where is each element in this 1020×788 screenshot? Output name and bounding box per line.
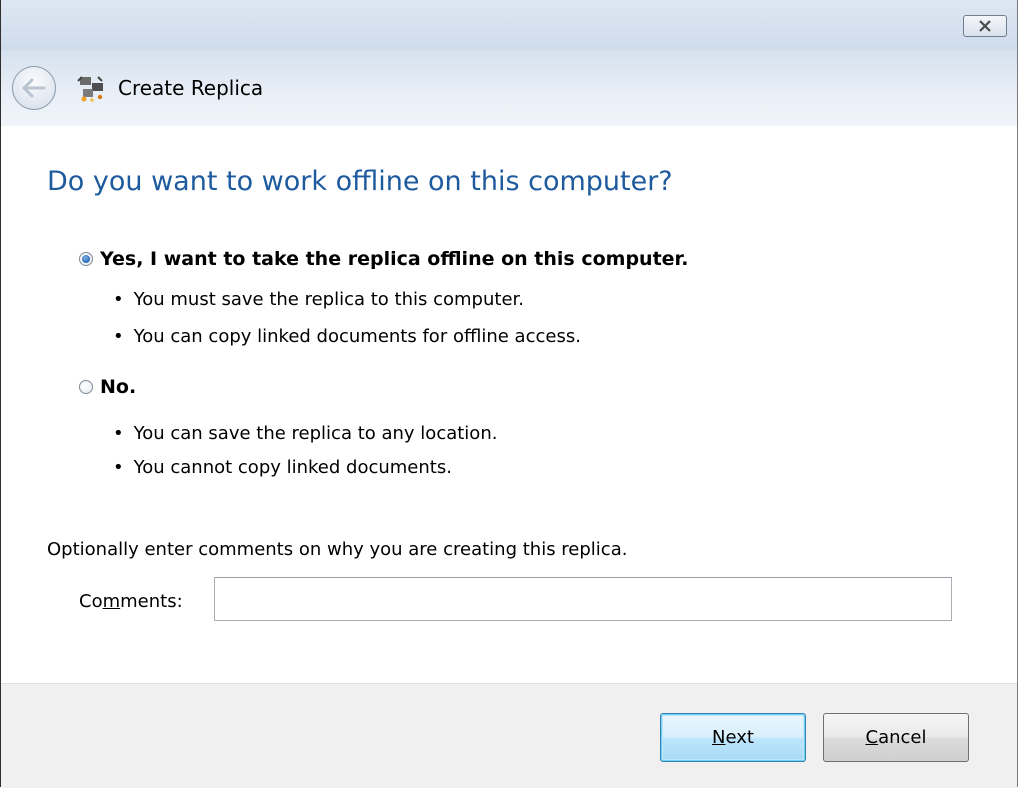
- back-arrow-icon: [22, 78, 46, 98]
- comments-label-post: ments:: [120, 591, 183, 612]
- option-no[interactable]: No.: [79, 376, 136, 398]
- wizard-header: Create Replica: [1, 50, 1017, 126]
- cancel-accel: C: [865, 727, 879, 748]
- create-replica-dialog: Create Replica Do you want to work offli…: [0, 0, 1018, 788]
- close-x-icon: [979, 20, 991, 32]
- wizard-content: Do you want to work offline on this comp…: [1, 126, 1017, 683]
- wizard-title: Create Replica: [118, 76, 264, 100]
- radio-no[interactable]: [79, 380, 93, 394]
- page-question: Do you want to work offline on this comp…: [47, 166, 673, 197]
- option-no-label[interactable]: No.: [100, 376, 136, 398]
- option-yes-bullet-1: You must save the replica to this comput…: [113, 289, 524, 310]
- next-button[interactable]: Next: [660, 713, 806, 762]
- comments-label-pre: Co: [79, 591, 103, 612]
- radio-selected-dot: [82, 255, 90, 263]
- option-yes[interactable]: Yes, I want to take the replica offline …: [79, 248, 688, 270]
- option-yes-bullet-2: You can copy linked documents for offlin…: [113, 326, 581, 347]
- option-no-bullet-2: You cannot copy linked documents.: [113, 457, 452, 478]
- comments-intro-text: Optionally enter comments on why you are…: [47, 539, 628, 560]
- title-bar: [1, 0, 1017, 50]
- back-button[interactable]: [12, 66, 56, 110]
- next-accel: N: [712, 727, 726, 748]
- option-no-bullet-1: You can save the replica to any location…: [113, 423, 498, 444]
- cancel-button[interactable]: Cancel: [823, 713, 969, 762]
- cancel-label-rest: ancel: [878, 727, 927, 748]
- wizard-footer: Next Cancel: [1, 683, 1017, 788]
- option-yes-label[interactable]: Yes, I want to take the replica offline …: [100, 248, 688, 270]
- replica-icon: [77, 76, 103, 102]
- comments-input[interactable]: [214, 577, 952, 621]
- comments-label-accel: m: [102, 591, 121, 612]
- close-button[interactable]: [963, 15, 1007, 37]
- comments-label: Comments:: [79, 591, 183, 612]
- radio-yes[interactable]: [79, 252, 93, 266]
- next-label-rest: ext: [725, 727, 754, 748]
